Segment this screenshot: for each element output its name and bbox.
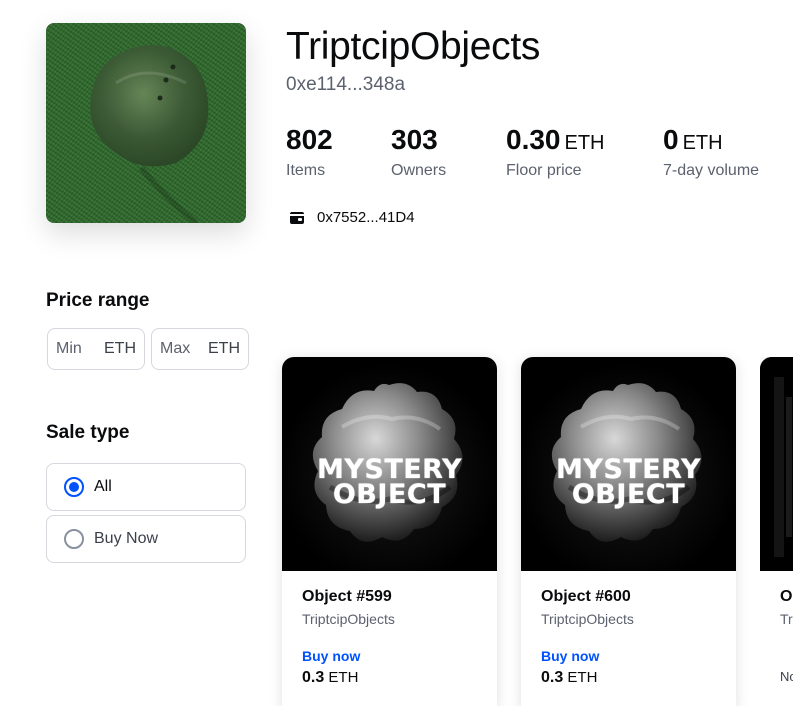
owner-address: 0x7552...41D4 [317,209,415,226]
price-currency: ETH [567,669,598,686]
stat-label: Owners [391,162,447,179]
currency-label: ETH [208,340,240,357]
nft-card[interactable]: MYSTERY OBJECT Object #599 TriptcipObjec… [282,357,497,706]
sale-option-label: All [94,478,112,495]
stat-unit: ETH [682,132,723,154]
nft-image [760,357,793,571]
nft-name: Object #599 [302,588,392,605]
stat-label: 7-day volume [663,162,760,179]
card-action[interactable]: No [780,669,793,684]
nft-collection: TriptcipObjects [541,611,634,627]
sale-option-label: Buy Now [94,530,159,547]
stat-value: 0 [663,124,679,155]
buy-now-link[interactable]: Buy now [541,648,736,664]
nft-card[interactable]: MYSTERY OBJECT Object #600 TriptcipObjec… [521,357,736,706]
max-placeholder: Max [160,340,191,357]
stat-value: 0.30 [506,124,561,155]
nft-name: O [780,588,793,605]
stat-value: 303 [391,124,438,155]
price-currency: ETH [328,669,359,686]
buy-now-link[interactable]: Buy now [302,648,497,664]
min-placeholder: Min [56,340,82,357]
collection-avatar [46,23,246,223]
wallet-icon [290,211,304,224]
min-price-input[interactable]: Min ETH [47,328,145,370]
stat-label: Items [286,162,326,179]
price-range-title: Price range [46,290,150,311]
nft-name: Object #600 [541,588,631,605]
price-value: 0.3 [302,669,325,686]
stat-label: Floor price [506,162,582,179]
stat-volume: 0 ETH 7-day volume [663,124,759,180]
sale-option-buy-now[interactable]: Buy Now [46,515,246,563]
stat-owners: 303 Owners [391,124,446,180]
radio-unselected-icon [64,529,84,549]
nft-image: MYSTERY OBJECT [521,357,736,571]
nft-card-clip: O Tr No [760,357,793,706]
nft-price: 0.3 ETH [541,669,736,687]
radio-selected-icon [64,477,84,497]
price-value: 0.3 [541,669,564,686]
nft-collection: Tr [780,611,793,627]
stat-floor-price: 0.30 ETH Floor price [506,124,605,180]
nft-price: 0.3 ETH [302,669,497,687]
sale-option-all[interactable]: All [46,463,246,511]
collection-title: TriptcipObjects [286,25,541,68]
nft-card[interactable]: O Tr No [760,357,793,706]
nft-image: MYSTERY OBJECT [282,357,497,571]
currency-label: ETH [104,340,136,357]
nft-collection: TriptcipObjects [302,611,395,627]
nft-image-text: OBJECT [332,479,447,510]
contract-address[interactable]: 0xe114...348a [286,74,405,96]
stat-items: 802 Items [286,124,333,180]
sale-type-title: Sale type [46,422,130,443]
nft-image-text: OBJECT [571,479,686,510]
stat-value: 802 [286,124,333,155]
stat-unit: ETH [564,132,605,154]
owner-row[interactable]: 0x7552...41D4 [290,209,415,226]
max-price-input[interactable]: Max ETH [151,328,249,370]
